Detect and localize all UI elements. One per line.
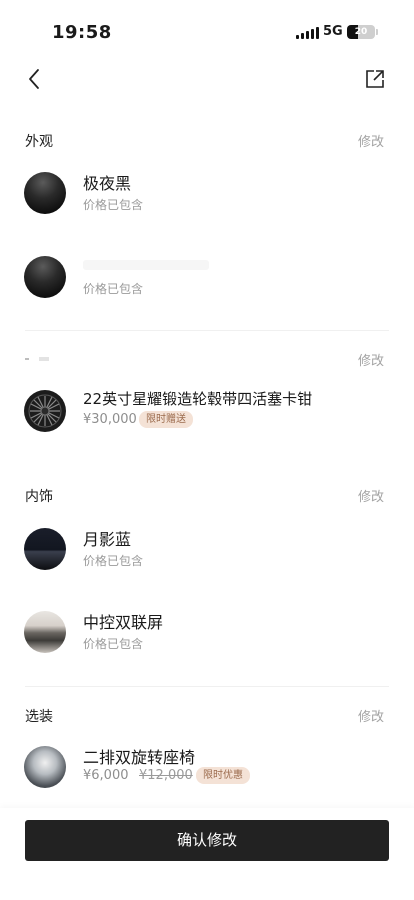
blurred-title: [83, 260, 209, 270]
section-exterior-header: 外观 修改: [0, 129, 414, 153]
section-interior-header: 内饰 修改: [0, 484, 414, 508]
item-price: ¥6,000: [83, 768, 129, 783]
edit-exterior-button[interactable]: 修改: [358, 131, 384, 150]
edit-options-button[interactable]: 修改: [358, 706, 384, 725]
list-item-exterior-color[interactable]: 极夜黑 价格已包含: [0, 166, 414, 222]
list-item-exterior-second[interactable]: 价格已包含: [0, 250, 414, 306]
section-options-header: 选装 修改: [0, 704, 414, 728]
network-type: 5G: [323, 24, 343, 39]
item-price-note: 价格已包含: [83, 637, 144, 651]
screen-thumbnail: [24, 611, 66, 653]
color-swatch-black: [24, 256, 66, 298]
item-title: 极夜黑: [83, 174, 132, 193]
section-title: 内饰: [25, 489, 53, 505]
back-button[interactable]: [24, 66, 48, 92]
divider: [25, 330, 389, 331]
edit-wheels-button[interactable]: 修改: [358, 350, 384, 369]
list-item-center-screen[interactable]: 中控双联屏 价格已包含: [0, 605, 414, 661]
section-title: 选装: [25, 709, 53, 725]
edit-interior-button[interactable]: 修改: [358, 486, 384, 505]
item-title: 中控双联屏: [83, 613, 164, 632]
section-wheels-header: 修改: [0, 348, 414, 372]
color-swatch-black: [24, 172, 66, 214]
blurred-title-icon: [25, 357, 49, 361]
item-price-note: 价格已包含: [83, 282, 144, 296]
item-title: 二排双旋转座椅: [83, 748, 196, 767]
list-item-wheels[interactable]: 22英寸星耀锻造轮毂带四活塞卡钳 ¥30,000 限时赠送: [0, 384, 414, 440]
wheel-thumbnail: [24, 390, 66, 432]
item-price-note: 价格已包含: [83, 554, 144, 568]
chevron-left-icon: [29, 69, 39, 89]
promo-badge: 限时优惠: [196, 767, 250, 784]
signal-icon: [296, 27, 319, 39]
divider: [25, 686, 389, 687]
item-title: 22英寸星耀锻造轮毂带四活塞卡钳: [83, 390, 313, 408]
share-icon: [366, 70, 384, 88]
battery-icon: 20: [347, 25, 378, 39]
original-price: ¥12,000: [139, 768, 193, 783]
bottom-bar: 确认修改: [0, 808, 414, 900]
wheel-icon: [25, 391, 65, 431]
nav-bar: [0, 60, 414, 100]
seat-thumbnail: [24, 746, 66, 788]
status-time: 19:58: [52, 22, 112, 43]
item-title: 月影蓝: [83, 530, 132, 549]
color-swatch-moon-blue: [24, 528, 66, 570]
share-button[interactable]: [364, 68, 386, 90]
promo-badge: 限时赠送: [139, 411, 193, 428]
list-item-interior-color[interactable]: 月影蓝 价格已包含: [0, 522, 414, 578]
item-price-note: 价格已包含: [83, 198, 144, 212]
battery-level: 20: [354, 27, 368, 37]
item-price: ¥30,000: [83, 412, 137, 427]
confirm-edit-button[interactable]: 确认修改: [25, 820, 389, 861]
section-title: 外观: [25, 134, 53, 150]
status-bar: 19:58 5G 20: [0, 0, 414, 56]
list-item-rotating-seats[interactable]: 二排双旋转座椅 ¥6,000 ¥12,000 限时优惠: [0, 740, 414, 796]
